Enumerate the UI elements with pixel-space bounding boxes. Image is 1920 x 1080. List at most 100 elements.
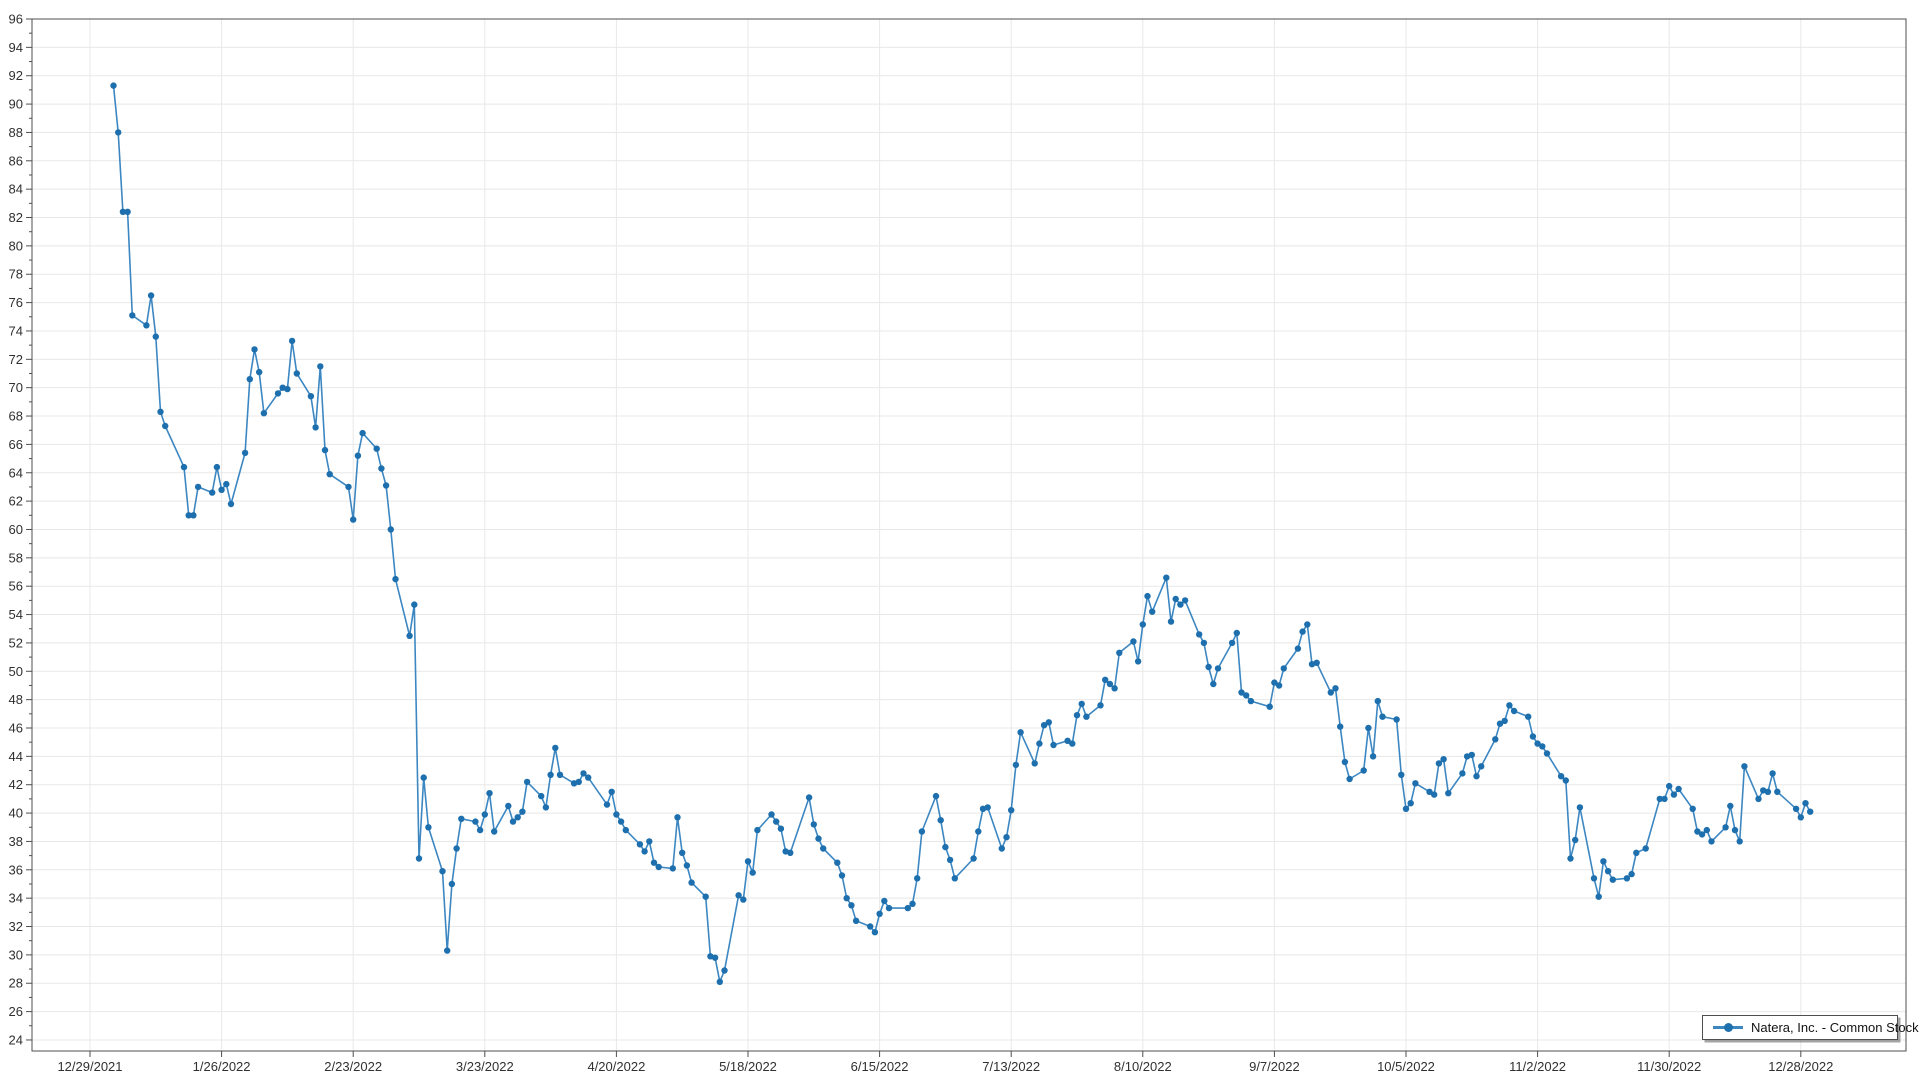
data-point-marker (670, 865, 676, 871)
data-point-marker (510, 818, 516, 824)
data-point-marker (604, 801, 610, 807)
data-point-marker (1445, 790, 1451, 796)
data-point-marker (613, 811, 619, 817)
data-point-marker (1440, 756, 1446, 762)
data-point-marker (411, 601, 417, 607)
data-point-marker (552, 745, 558, 751)
data-point-marker (1083, 714, 1089, 720)
data-point-marker (1168, 618, 1174, 624)
data-point-marker (1558, 773, 1564, 779)
data-point-marker (1379, 714, 1385, 720)
y-axis-tick-label: 80 (9, 238, 23, 253)
data-point-marker (637, 841, 643, 847)
data-point-marker (1563, 777, 1569, 783)
data-point-marker (378, 465, 384, 471)
data-point-marker (327, 471, 333, 477)
data-point-marker (834, 860, 840, 866)
x-axis-tick-label: 10/5/2022 (1377, 1059, 1435, 1074)
data-point-marker (1116, 650, 1122, 656)
data-point-marker (1346, 776, 1352, 782)
y-axis-tick-label: 40 (9, 806, 23, 821)
data-point-marker (1017, 729, 1023, 735)
data-point-marker (839, 872, 845, 878)
data-point-marker (1243, 692, 1249, 698)
data-point-marker (256, 369, 262, 375)
y-axis-tick-label: 78 (9, 267, 23, 282)
data-point-marker (933, 793, 939, 799)
data-point-marker (486, 790, 492, 796)
data-point-marker (1596, 894, 1602, 900)
y-axis-tick-label: 88 (9, 125, 23, 140)
data-point-marker (1722, 824, 1728, 830)
data-point-marker (1469, 752, 1475, 758)
data-point-marker (449, 881, 455, 887)
plot-border (32, 19, 1906, 1051)
data-point-marker (1299, 628, 1305, 634)
data-point-marker (129, 312, 135, 318)
y-axis-tick-label: 54 (9, 607, 23, 622)
x-axis-tick-label: 8/10/2022 (1114, 1059, 1172, 1074)
data-point-marker (1111, 685, 1117, 691)
data-point-marker (844, 895, 850, 901)
data-point-marker (1539, 743, 1545, 749)
data-point-marker (284, 386, 290, 392)
data-point-marker (618, 818, 624, 824)
data-point-marker (1591, 875, 1597, 881)
data-point-marker (1276, 682, 1282, 688)
data-point-marker (261, 410, 267, 416)
data-point-marker (905, 905, 911, 911)
data-point-marker (350, 516, 356, 522)
y-axis-tick-label: 32 (9, 919, 23, 934)
data-point-marker (999, 845, 1005, 851)
y-axis-tick-label: 84 (9, 182, 23, 197)
data-point-marker (1013, 762, 1019, 768)
data-point-marker (505, 803, 511, 809)
y-axis-tick-label: 86 (9, 153, 23, 168)
data-point-marker (1671, 791, 1677, 797)
data-point-marker (110, 82, 116, 88)
data-point-marker (1708, 838, 1714, 844)
data-point-marker (1798, 814, 1804, 820)
data-point-marker (1365, 725, 1371, 731)
data-point-marker (750, 869, 756, 875)
data-point-marker (247, 376, 253, 382)
y-axis-tick-label: 28 (9, 976, 23, 991)
data-point-marker (651, 860, 657, 866)
legend-series-label: Natera, Inc. - Common Stock (1751, 1020, 1919, 1035)
data-point-marker (543, 804, 549, 810)
y-axis-tick-label: 34 (9, 891, 23, 906)
data-point-marker (458, 816, 464, 822)
data-point-marker (1295, 645, 1301, 651)
data-point-marker (1732, 827, 1738, 833)
data-point-marker (190, 512, 196, 518)
data-point-marker (425, 824, 431, 830)
y-axis-tick-label: 96 (9, 12, 23, 27)
data-point-marker (519, 809, 525, 815)
data-point-marker (1690, 806, 1696, 812)
stock-price-chart: 9694929088868482807876747270686664626058… (0, 0, 1920, 1080)
data-point-marker (1375, 698, 1381, 704)
data-point-marker (703, 894, 709, 900)
data-point-marker (806, 794, 812, 800)
data-point-marker (656, 864, 662, 870)
data-point-marker (745, 858, 751, 864)
x-axis-tick-label: 11/30/2022 (1637, 1059, 1701, 1074)
data-point-marker (623, 827, 629, 833)
data-point-marker (312, 424, 318, 430)
data-point-marker (970, 855, 976, 861)
y-axis-tick-label: 50 (9, 664, 23, 679)
data-point-marker (115, 129, 121, 135)
data-point-marker (1234, 630, 1240, 636)
x-axis-tick-label: 5/18/2022 (719, 1059, 777, 1074)
data-point-marker (1610, 877, 1616, 883)
data-point-marker (218, 487, 224, 493)
data-point-marker (1003, 834, 1009, 840)
y-axis-tick-label: 56 (9, 579, 23, 594)
legend[interactable]: Natera, Inc. - Common Stock (1702, 1015, 1898, 1040)
data-point-marker (1032, 760, 1038, 766)
data-point-marker (1107, 681, 1113, 687)
data-point-marker (1737, 838, 1743, 844)
data-point-marker (1755, 796, 1761, 802)
data-point-marker (815, 835, 821, 841)
x-axis-tick-label: 7/13/2022 (982, 1059, 1040, 1074)
